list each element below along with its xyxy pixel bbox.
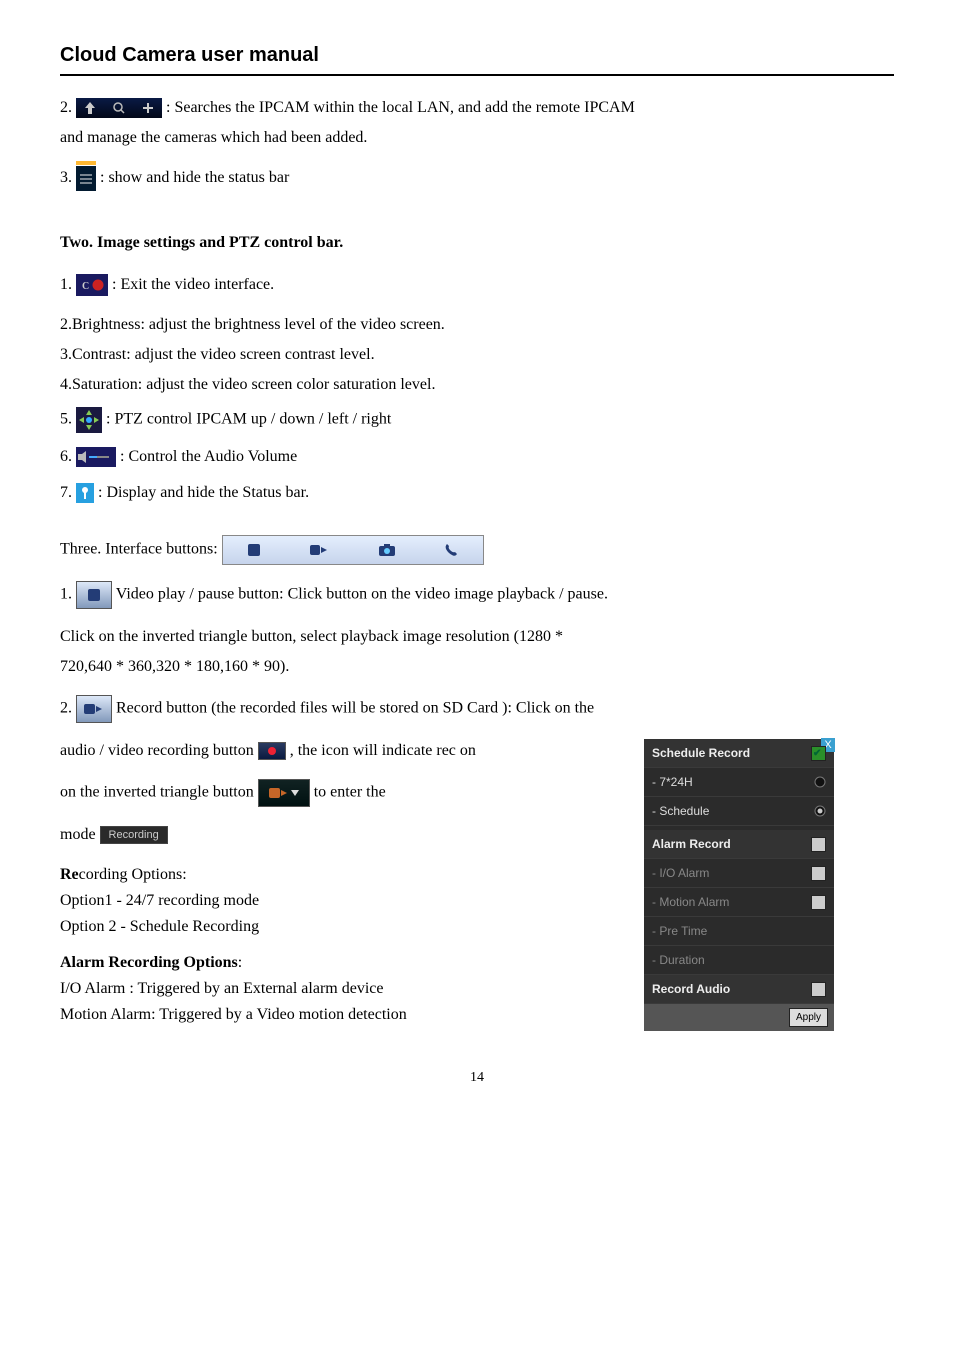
three-p2b: 720,640 * 360,320 * 180,160 * 90). <box>60 655 894 679</box>
list-icon <box>76 166 96 191</box>
page-number: 14 <box>60 1067 894 1088</box>
play-cell[interactable] <box>247 543 261 557</box>
ptz-icon <box>76 407 102 433</box>
recording-settings-panel: X Schedule Record - 7*24H - Schedule Ala… <box>644 739 834 1031</box>
alarm-record-checkbox[interactable] <box>811 837 826 852</box>
two-item-1: 1. C : Exit the video interface. <box>60 273 894 297</box>
rec-dot-icon <box>258 742 286 760</box>
interface-buttons-bar <box>222 535 484 565</box>
pin-icon <box>76 483 94 503</box>
two-item-3: 3.Contrast: adjust the video screen cont… <box>60 343 894 367</box>
item-3: 3. : show and hide the status bar <box>60 166 894 191</box>
three-heading: Three. Interface buttons: <box>60 541 218 558</box>
three-item-1: 1. Video play / pause button: Click butt… <box>60 581 894 609</box>
two-item-7: 7. : Display and hide the Status bar. <box>60 481 894 505</box>
row-motion-alarm[interactable]: - Motion Alarm <box>644 888 834 917</box>
item-2-line2: and manage the cameras which had been ad… <box>60 126 894 150</box>
schedule-record-header: Schedule Record <box>644 739 834 768</box>
alarm-record-header: Alarm Record <box>644 830 834 859</box>
row-pre-time: - Pre Time <box>644 917 834 946</box>
title-rule <box>60 74 894 76</box>
three-item-1-text: Video play / pause button: Click button … <box>116 586 608 603</box>
num-3: 3. <box>60 169 76 186</box>
row-724h[interactable]: - 7*24H <box>644 768 834 797</box>
motion-alarm-checkbox[interactable] <box>811 895 826 910</box>
item-2: 2. : Searches the IPCAM within the local… <box>60 96 894 120</box>
apply-row: Apply <box>644 1004 834 1031</box>
two-item-2: 2.Brightness: adjust the brightness leve… <box>60 313 894 337</box>
two-item-4: 4.Saturation: adjust the video screen co… <box>60 373 894 397</box>
apply-button[interactable]: Apply <box>789 1008 828 1027</box>
search-toolbar-icon <box>76 98 162 118</box>
row-schedule[interactable]: - Schedule <box>644 797 834 826</box>
row-io-alarm[interactable]: - I/O Alarm <box>644 859 834 888</box>
record-cell[interactable] <box>309 543 329 557</box>
recording-mode-button[interactable]: Recording <box>100 826 168 844</box>
audio-prefix: audio / video recording button <box>60 742 258 759</box>
two-item-6-text: : Control the Audio Volume <box>120 448 297 465</box>
io-alarm-checkbox[interactable] <box>811 866 826 881</box>
section-two-heading: Two. Image settings and PTZ control bar. <box>60 231 894 255</box>
two-item-7-text: : Display and hide the Status bar. <box>98 484 309 501</box>
item-2-text: : Searches the IPCAM within the local LA… <box>166 99 635 116</box>
inv-suffix: to enter the <box>314 784 386 801</box>
three-item-2: 2. Record button (the recorded files wil… <box>60 695 894 723</box>
exit-icon: C <box>76 274 108 296</box>
two-item-1-text: : Exit the video interface. <box>112 276 274 293</box>
two-item-5-text: : PTZ control IPCAM up / down / left / r… <box>106 411 391 428</box>
audio-line: audio / video recording button , the ico… <box>60 739 580 763</box>
row-duration: - Duration <box>644 946 834 975</box>
item-3-text: : show and hide the status bar <box>100 169 289 186</box>
three-p2a: Click on the inverted triangle button, s… <box>60 625 894 649</box>
record-button-icon <box>76 695 112 723</box>
play-button-icon <box>76 581 112 609</box>
three-item-2-text: Record button (the recorded files will b… <box>116 700 594 717</box>
num-2: 2. <box>60 99 72 116</box>
three-heading-row: Three. Interface buttons: <box>60 535 894 565</box>
record-audio-header: Record Audio <box>644 975 834 1004</box>
volume-icon <box>76 447 116 467</box>
two-item-5: 5. : PTZ control IPCAM up / down / left … <box>60 407 894 433</box>
two-item-6: 6. : Control the Audio Volume <box>60 445 894 469</box>
call-cell[interactable] <box>444 543 458 557</box>
svg-text:C: C <box>82 281 89 292</box>
schedule-record-checkbox[interactable] <box>811 746 826 761</box>
snapshot-cell[interactable] <box>378 543 396 557</box>
page-title: Cloud Camera user manual <box>60 40 894 70</box>
audio-suffix: , the icon will indicate rec on <box>290 742 476 759</box>
inv-prefix: on the inverted triangle button <box>60 784 258 801</box>
record-audio-checkbox[interactable] <box>811 982 826 997</box>
rec-combo-icon <box>258 779 310 807</box>
inverted-line: on the inverted triangle button to enter… <box>60 779 580 807</box>
